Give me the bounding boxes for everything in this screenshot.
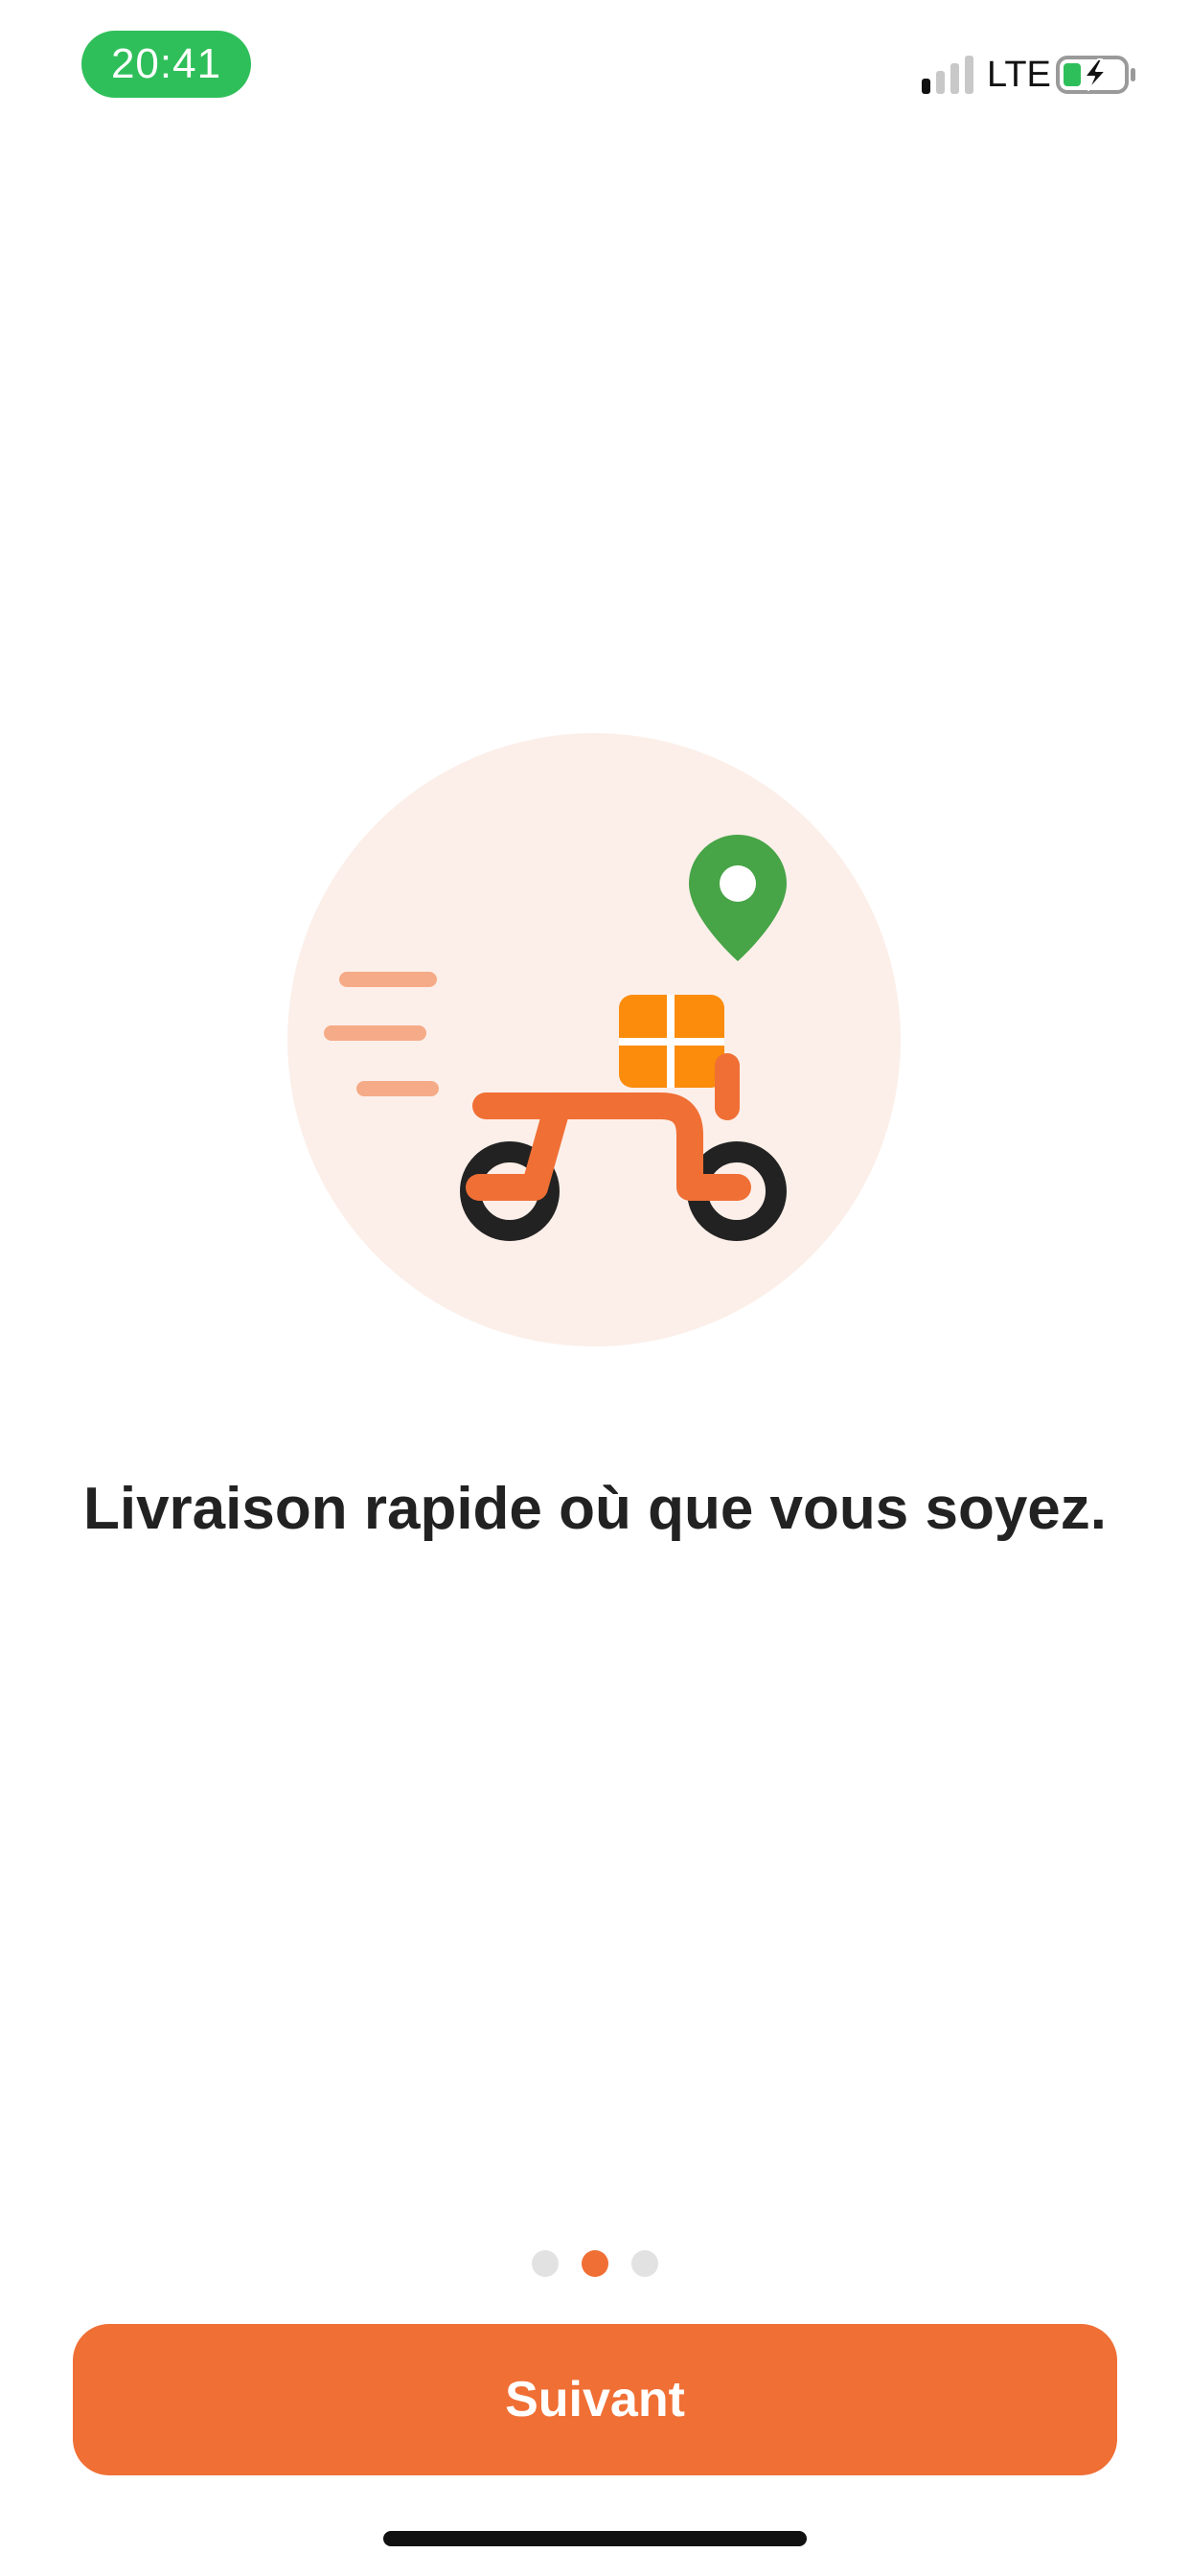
next-button[interactable]: Suivant <box>73 2324 1117 2475</box>
status-bar: 20:41 LTE <box>0 0 1190 134</box>
network-type: LTE <box>987 55 1051 95</box>
home-indicator[interactable] <box>383 2531 807 2546</box>
delivery-illustration <box>287 733 901 1346</box>
signal-icon <box>922 56 973 94</box>
onboarding-headline: Livraison rapide où que vous soyez. <box>82 1476 1108 1542</box>
page-dot-3[interactable] <box>631 2250 658 2277</box>
page-indicator[interactable] <box>0 2250 1190 2277</box>
status-time: 20:41 <box>81 31 251 98</box>
page-dot-2-active[interactable] <box>582 2250 608 2277</box>
package-icon <box>619 995 724 1088</box>
battery-charging-icon <box>1056 56 1135 94</box>
page-dot-1[interactable] <box>532 2250 559 2277</box>
